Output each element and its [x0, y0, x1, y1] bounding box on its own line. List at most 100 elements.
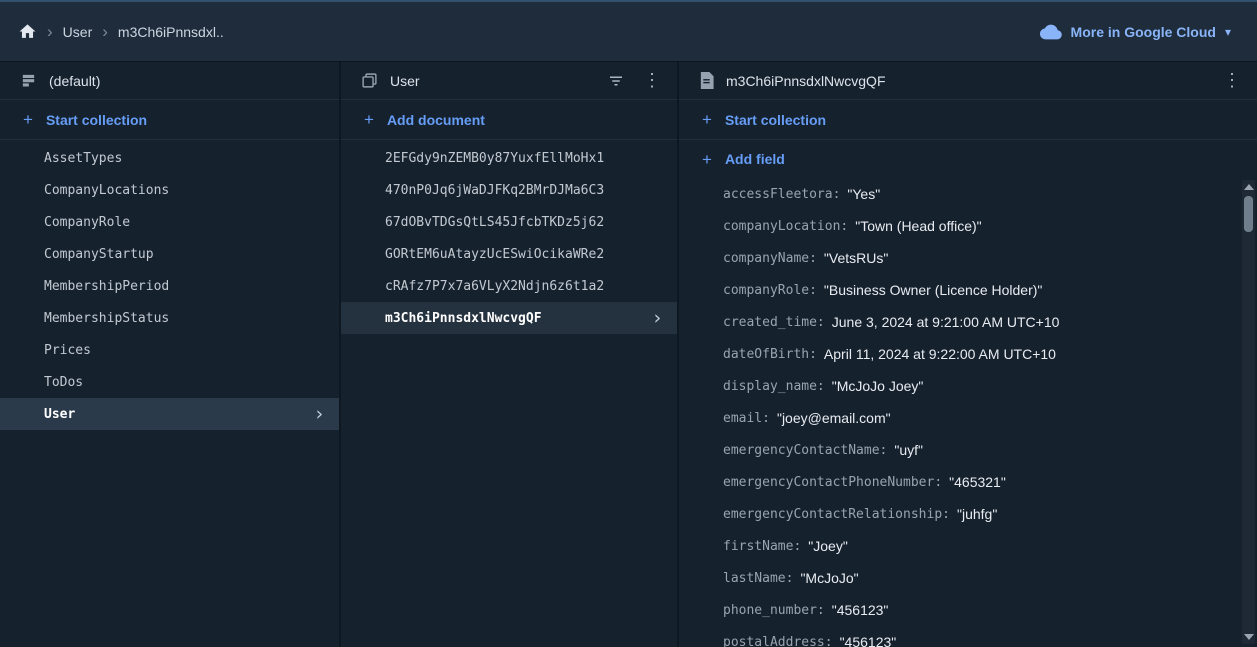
- list-item[interactable]: MembershipPeriod ›: [0, 270, 339, 302]
- field-value: "456123": [831, 602, 889, 618]
- list-item-label: 2EFGdy9nZEMB0y87YuxfEllMoHx1: [385, 150, 605, 166]
- list-item[interactable]: m3Ch6iPnnsdxlNwcvgQF ›: [341, 302, 677, 334]
- list-item[interactable]: ToDos ›: [0, 366, 339, 398]
- document-icon: [699, 72, 714, 89]
- field-key: created_time: [723, 315, 825, 330]
- field-key: companyRole: [723, 283, 817, 298]
- document-field-row[interactable]: created_time June 3, 2024 at 9:21:00 AM …: [679, 306, 1257, 338]
- document-field-row[interactable]: lastName "McJoJo": [679, 562, 1257, 594]
- plus-icon: +: [23, 110, 33, 129]
- list-item[interactable]: CompanyRole ›: [0, 206, 339, 238]
- field-list: accessFleetora "Yes" companyLocation "To…: [679, 178, 1257, 647]
- list-item[interactable]: CompanyStartup ›: [0, 238, 339, 270]
- more-in-google-cloud-button[interactable]: More in Google Cloud ▾: [1039, 21, 1231, 43]
- list-item[interactable]: AssetTypes ›: [0, 142, 339, 174]
- plus-icon: +: [364, 110, 374, 129]
- document-field-row[interactable]: companyLocation "Town (Head office)": [679, 210, 1257, 242]
- breadcrumb: › User › m3Ch6iPnnsdxl..: [18, 22, 224, 41]
- field-value: "Town (Head office)": [855, 218, 982, 234]
- document-field-row[interactable]: emergencyContactPhoneNumber "465321": [679, 466, 1257, 498]
- document-field-row[interactable]: companyRole "Business Owner (Licence Hol…: [679, 274, 1257, 306]
- scroll-down-arrow-icon[interactable]: [1243, 634, 1254, 640]
- document-title: m3Ch6iPnnsdxlNwcvgQF: [726, 72, 886, 89]
- database-panel: (default) + Start collection AssetTypes …: [0, 62, 339, 647]
- document-field-row[interactable]: accessFleetora "Yes": [679, 178, 1257, 210]
- list-item[interactable]: Prices ›: [0, 334, 339, 366]
- chevron-right-icon: ›: [313, 402, 325, 425]
- list-item-label: ToDos: [44, 374, 84, 390]
- list-item[interactable]: 67dOBvTDGsQtLS45JfcbTKDz5j62 ›: [341, 206, 677, 238]
- database-panel-header: (default): [0, 62, 339, 100]
- list-item[interactable]: MembershipStatus ›: [0, 302, 339, 334]
- list-item[interactable]: 2EFGdy9nZEMB0y87YuxfEllMoHx1 ›: [341, 142, 677, 174]
- breadcrumb-collection[interactable]: User: [63, 24, 93, 40]
- list-item[interactable]: CompanyLocations ›: [0, 174, 339, 206]
- field-key: phone_number: [723, 603, 825, 618]
- list-item[interactable]: GORtEM6uAtayzUcESwiOcikaWRe2 ›: [341, 238, 677, 270]
- start-collection-button[interactable]: + Start collection: [679, 100, 1257, 140]
- document-field-row[interactable]: phone_number "456123": [679, 594, 1257, 626]
- add-document-button[interactable]: + Add document: [341, 100, 677, 140]
- field-value: June 3, 2024 at 9:21:00 AM UTC+10: [831, 314, 1060, 330]
- topbar: › User › m3Ch6iPnnsdxl.. More in Google …: [0, 0, 1257, 62]
- document-field-row[interactable]: postalAddress "456123": [679, 626, 1257, 647]
- chevron-right-icon: ›: [47, 22, 53, 41]
- collection-list: AssetTypes › CompanyLocations › CompanyR…: [0, 140, 339, 430]
- field-value: "McJoJo Joey": [831, 378, 924, 394]
- list-item-label: MembershipStatus: [44, 310, 170, 326]
- field-value: April 11, 2024 at 9:22:00 AM UTC+10: [823, 346, 1056, 362]
- firestore-console: › User › m3Ch6iPnnsdxl.. More in Google …: [0, 0, 1257, 647]
- scrollbar[interactable]: [1242, 180, 1255, 644]
- field-key: postalAddress: [723, 635, 833, 647]
- field-value: "Business Owner (Licence Holder)": [823, 282, 1043, 298]
- field-value: "McJoJo": [800, 570, 859, 586]
- document-field-row[interactable]: dateOfBirth April 11, 2024 at 9:22:00 AM…: [679, 338, 1257, 370]
- collection-menu-kebab-icon[interactable]: ⋮: [641, 70, 663, 91]
- caret-down-icon: ▾: [1224, 24, 1231, 39]
- field-value: "VetsRUs": [823, 250, 889, 266]
- document-field-row[interactable]: display_name "McJoJo Joey": [679, 370, 1257, 402]
- scroll-up-arrow-icon[interactable]: [1243, 184, 1254, 190]
- list-item-label: CompanyRole: [44, 214, 131, 230]
- scrollbar-thumb[interactable]: [1244, 196, 1253, 232]
- list-item-label: GORtEM6uAtayzUcESwiOcikaWRe2: [385, 246, 605, 262]
- database-icon: [20, 72, 37, 89]
- document-field-row[interactable]: firstName "Joey": [679, 530, 1257, 562]
- document-field-row[interactable]: emergencyContactName "uyf": [679, 434, 1257, 466]
- plus-icon: +: [702, 110, 712, 129]
- list-item-label: 67dOBvTDGsQtLS45JfcbTKDz5j62: [385, 214, 605, 230]
- list-item[interactable]: cRAfz7P7x7a6VLyX2Ndjn6z6t1a2 ›: [341, 270, 677, 302]
- list-item-label: Prices: [44, 342, 91, 358]
- field-key: dateOfBirth: [723, 347, 817, 362]
- field-key: emergencyContactRelationship: [723, 507, 950, 522]
- document-field-row[interactable]: email "joey@email.com": [679, 402, 1257, 434]
- filter-icon[interactable]: [603, 72, 629, 90]
- document-field-row[interactable]: emergencyContactRelationship "juhfg": [679, 498, 1257, 530]
- chevron-right-icon: ›: [102, 22, 108, 41]
- list-item-label: 470nP0Jq6jWaDJFKq2BMrDJMa6C3: [385, 182, 605, 198]
- list-item[interactable]: 470nP0Jq6jWaDJFKq2BMrDJMa6C3 ›: [341, 174, 677, 206]
- start-collection-button[interactable]: + Start collection: [0, 100, 339, 140]
- add-field-button[interactable]: + Add field: [679, 140, 1257, 178]
- field-key: display_name: [723, 379, 825, 394]
- document-panel-header: m3Ch6iPnnsdxlNwcvgQF ⋮: [679, 62, 1257, 100]
- more-in-google-cloud-label: More in Google Cloud: [1070, 23, 1216, 40]
- add-document-label: Add document: [386, 111, 485, 128]
- collection-panel: User ⋮ + Add document 2EFGdy9nZEMB0y87Yu…: [339, 62, 677, 647]
- home-icon[interactable]: [18, 22, 37, 41]
- field-value: "uyf": [894, 442, 923, 458]
- list-item-label: m3Ch6iPnnsdxlNwcvgQF: [385, 310, 542, 326]
- list-item-label: CompanyLocations: [44, 182, 170, 198]
- document-panel: m3Ch6iPnnsdxlNwcvgQF ⋮ + Start collectio…: [677, 62, 1257, 647]
- list-item[interactable]: User ›: [0, 398, 339, 430]
- field-value: "juhfg": [956, 506, 998, 522]
- field-key: accessFleetora: [723, 187, 840, 202]
- document-field-row[interactable]: companyName "VetsRUs": [679, 242, 1257, 274]
- collection-title: User: [390, 72, 420, 89]
- field-key: emergencyContactName: [723, 443, 887, 458]
- document-menu-kebab-icon[interactable]: ⋮: [1221, 70, 1243, 91]
- breadcrumb-document[interactable]: m3Ch6iPnnsdxl..: [118, 24, 224, 40]
- field-key: firstName: [723, 539, 801, 554]
- firestore-panels: (default) + Start collection AssetTypes …: [0, 62, 1257, 647]
- start-collection-label: Start collection: [45, 111, 148, 128]
